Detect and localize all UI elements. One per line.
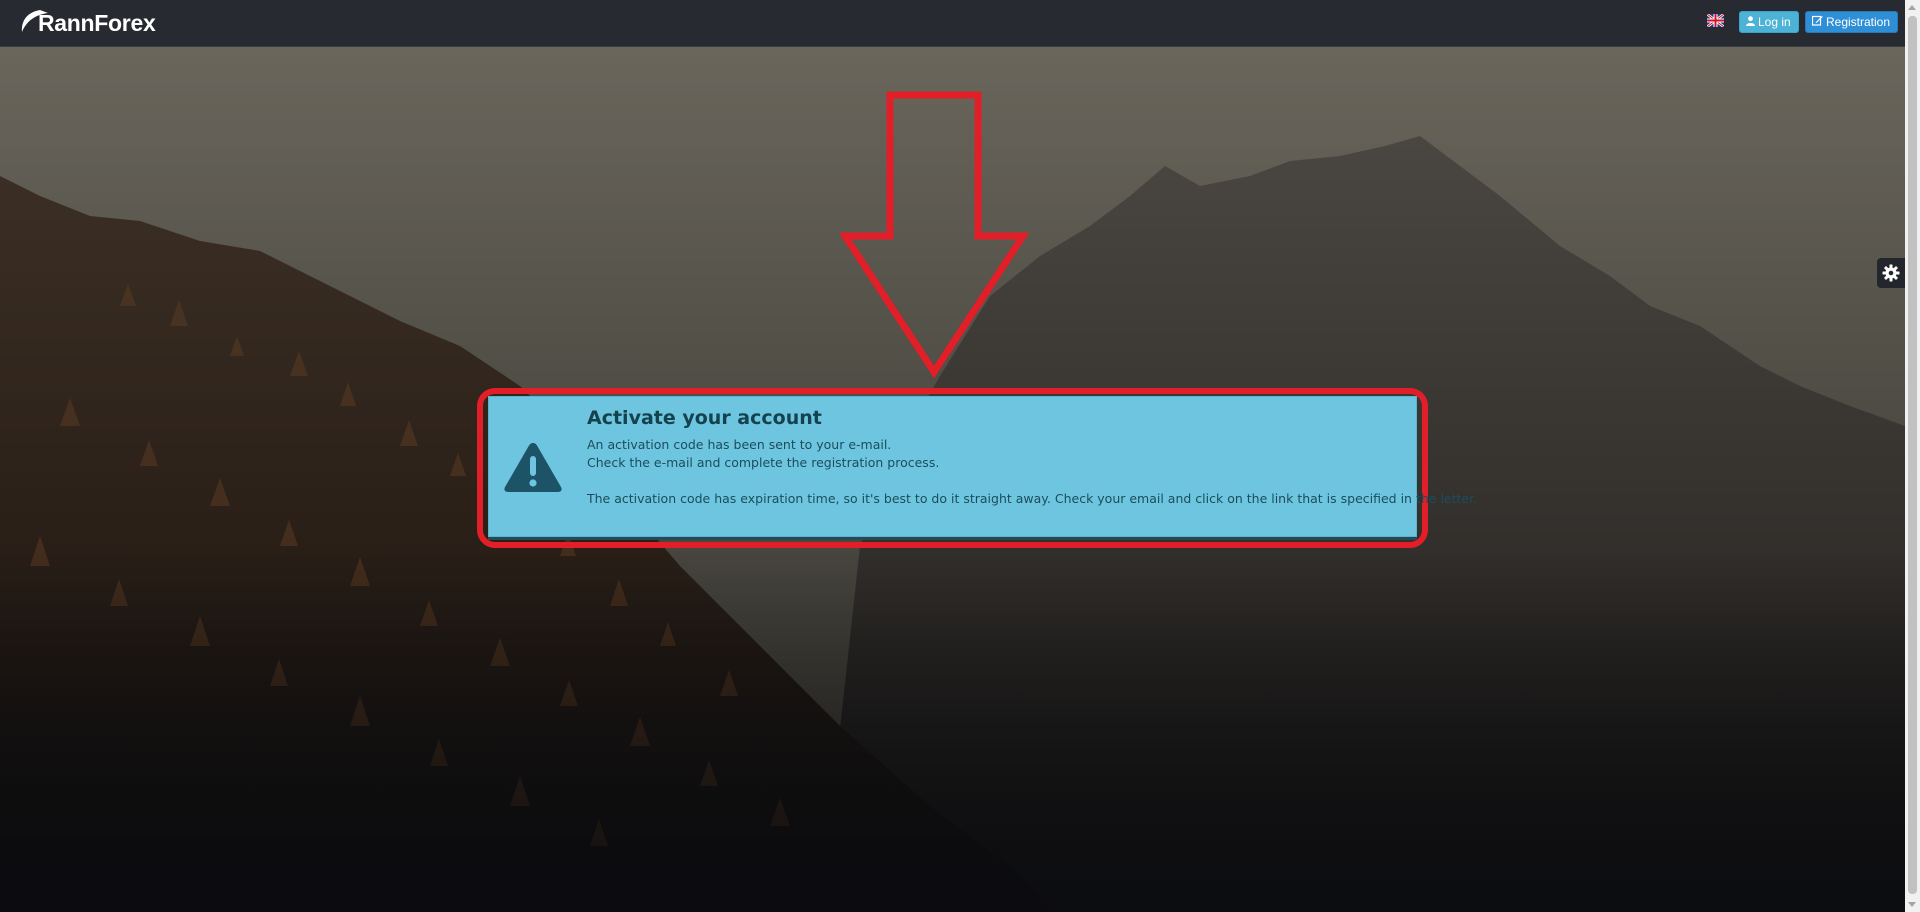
registration-button[interactable]: Registration — [1805, 11, 1898, 33]
alert-message-line-3: The activation code has expiration time,… — [587, 491, 1478, 506]
scrollbar-thumb[interactable] — [1908, 16, 1917, 894]
rannforex-logo[interactable]: RannForex — [18, 6, 156, 40]
gear-icon — [1882, 264, 1900, 282]
page-scrollbar[interactable] — [1905, 0, 1920, 912]
edit-icon — [1811, 15, 1823, 29]
warning-triangle-icon — [504, 443, 562, 492]
alert-message-line-2: Check the e-mail and complete the regist… — [587, 455, 940, 470]
alert-title: Activate your account — [587, 407, 822, 429]
red-arrow-annotation — [840, 91, 1030, 379]
user-icon — [1746, 15, 1755, 29]
scroll-down-arrow-icon[interactable] — [1908, 902, 1916, 907]
uk-flag-icon[interactable] — [1707, 14, 1724, 27]
registration-button-label: Registration — [1826, 15, 1891, 29]
scroll-up-arrow-icon[interactable] — [1908, 5, 1916, 10]
login-button-label: Log in — [1758, 15, 1791, 29]
activation-alert: Activate your account An activation code… — [488, 396, 1477, 537]
login-button[interactable]: Log in — [1739, 11, 1799, 33]
settings-tab[interactable] — [1877, 258, 1905, 288]
logo-text: RannForex — [38, 9, 156, 36]
alert-message-line-1: An activation code has been sent to your… — [587, 437, 892, 452]
top-navigation-bar: RannForex Log in Registration — [0, 0, 1905, 47]
